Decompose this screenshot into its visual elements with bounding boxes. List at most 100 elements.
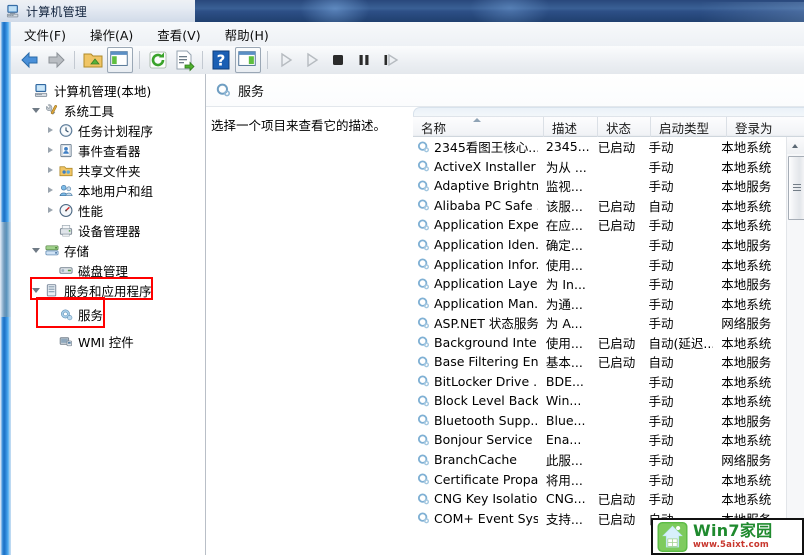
cell-description: 将用... <box>545 472 583 488</box>
table-row[interactable]: Base Filtering En... 基本... 已启动自动 本地服务 <box>413 352 787 372</box>
sidebar-item-system-tools[interactable]: 系统工具 <box>17 100 205 120</box>
cell-description: 为通... <box>545 296 583 312</box>
forward-icon[interactable] <box>44 48 68 72</box>
expander-event-viewer[interactable] <box>43 140 57 160</box>
table-row[interactable]: 2345看图王核心... 2345... 已启动 手动 本地系统 <box>413 137 787 157</box>
menu-file[interactable]: 文件(F) <box>13 22 77 47</box>
expander-system-tools[interactable] <box>29 100 43 120</box>
event-viewer-icon <box>57 142 74 158</box>
tree-root-computer-management[interactable]: 计算机管理(本地) <box>17 80 205 100</box>
table-row[interactable]: Application Iden... 确定... 手动 本地服务 <box>413 235 787 255</box>
service-gear-icon <box>216 83 231 97</box>
table-row[interactable]: Application Expe... 在应... 已启动手动 本地系统 <box>413 215 787 235</box>
device-manager-icon <box>57 222 74 238</box>
expander-performance[interactable] <box>43 200 57 220</box>
table-row[interactable]: Application Infor... 使用... 手动 本地系统 <box>413 254 787 274</box>
expander-disk-management-spacer <box>43 260 57 280</box>
menu-help[interactable]: 帮助(H) <box>214 22 280 47</box>
table-row[interactable]: Block Level Back... Win... 手动 本地系统 <box>413 391 787 411</box>
column-header-description[interactable]: 描述 <box>544 117 598 137</box>
cell-startup-type: 手动 <box>648 433 674 449</box>
table-row[interactable]: Adaptive Brightn... 监视... 手动 本地服务 <box>413 176 787 196</box>
shared-folders-icon <box>57 162 74 178</box>
expander-task-scheduler[interactable] <box>43 120 57 140</box>
aero-glow-1 <box>300 0 370 22</box>
cell-log-on-as: 本地系统 <box>721 296 772 312</box>
cell-startup-type: 手动 <box>648 453 674 469</box>
cell-service-name: Bluetooth Supp... <box>413 413 538 428</box>
cell-log-on-as: 本地服务 <box>721 238 772 253</box>
cell-startup-type: 手动 <box>648 218 674 234</box>
cell-service-name: 2345看图王核心... <box>413 137 538 156</box>
cell-status: 已启动 <box>597 218 636 234</box>
computer-management-window: 计算机管理 文件(F) 操作(A) 查看(V) 帮助(H) ? 计算机管理(本地… <box>0 0 804 555</box>
cell-service-name: Application Infor... <box>413 257 538 272</box>
table-row[interactable]: ASP.NET 状态服务为 A... 手动 网络服务 <box>413 313 787 333</box>
scrollbar-thumb[interactable] <box>788 156 804 220</box>
service-name-text: Block Level Back... <box>434 393 538 409</box>
sidebar-item-device-manager[interactable]: 设备管理器 <box>17 220 205 240</box>
expander-shared-folders[interactable] <box>43 160 57 180</box>
table-row[interactable]: Background Inte... 使用... 已启动 自动(延迟... 本地系统 <box>413 332 787 352</box>
sidebar-item-event-viewer[interactable]: 事件查看器 <box>17 140 205 160</box>
table-row[interactable]: Bluetooth Supp... Blue... 手动 本地服务 <box>413 411 787 431</box>
export-list-icon[interactable] <box>172 48 196 72</box>
sidebar-item-task-scheduler[interactable]: 任务计划程序 <box>17 120 205 140</box>
sidebar-item-local-users-groups[interactable]: 本地用户和组 <box>17 180 205 200</box>
expander-services-and-applications[interactable] <box>29 280 43 300</box>
cell-startup-type: 手动 <box>648 316 674 332</box>
list-vertical-scrollbar[interactable] <box>786 137 804 555</box>
scroll-up-arrow-icon[interactable] <box>787 137 804 154</box>
watermark-text-block: Win7家园 www.5aixt.com <box>693 522 772 550</box>
help-icon[interactable]: ? <box>209 48 233 72</box>
sidebar-item-shared-folders[interactable]: 共享文件夹 <box>17 160 205 180</box>
column-header-startup-type[interactable]: 启动类型 <box>651 117 727 137</box>
table-row[interactable]: Alibaba PC Safe ... 该服... 已启动 自动 本地系统 <box>413 196 787 216</box>
window-frame: 文件(F) 操作(A) 查看(V) 帮助(H) ? 计算机管理(本地) 系统工具… <box>0 22 804 555</box>
table-row[interactable]: CNG Key Isolation CNG... 已启动 手动 本地系统 <box>413 489 787 509</box>
table-row[interactable]: Bonjour Service Ena... 手动 本地系统 <box>413 430 787 450</box>
service-gear-icon <box>417 453 430 465</box>
table-row[interactable]: BranchCache 此服... 手动 网络服务 <box>413 450 787 470</box>
sidebar-item-services-and-applications[interactable]: 服务和应用程序 <box>17 277 205 300</box>
sidebar-item-disk-management[interactable]: 磁盘管理 <box>17 260 205 280</box>
show-action-pane-icon[interactable] <box>235 47 261 73</box>
cell-service-name: Certificate Propa... <box>413 472 538 487</box>
users-groups-icon <box>57 182 74 198</box>
cell-status: 已启动 <box>597 335 636 351</box>
sidebar-item-services[interactable]: 服务 <box>17 297 205 328</box>
sidebar-item-storage[interactable]: 存储 <box>17 240 205 260</box>
service-gear-icon <box>417 160 430 172</box>
service-gear-icon <box>417 180 430 192</box>
column-header-name[interactable]: 名称 <box>413 117 544 137</box>
aero-glow-2 <box>470 0 550 22</box>
cell-log-on-as: 本地系统 <box>721 335 772 351</box>
cell-description: 为 A... <box>545 316 583 332</box>
table-row[interactable]: BitLocker Drive ... BDE... 手动 本地系统 <box>413 372 787 392</box>
cell-log-on-as: 本地系统 <box>721 394 772 410</box>
toolbar: ? <box>11 46 804 75</box>
root-expander-spacer <box>19 80 33 100</box>
column-header-status[interactable]: 状态 <box>598 117 651 137</box>
toolbar-separator-3 <box>202 51 203 69</box>
column-header-log-on-as[interactable]: 登录为 <box>727 117 804 137</box>
refresh-icon[interactable] <box>146 48 170 72</box>
service-gear-icon <box>417 199 430 211</box>
show-hide-tree-icon[interactable] <box>107 47 133 73</box>
sidebar-item-wmi-control[interactable]: WMI 控件 <box>17 331 205 351</box>
expander-storage[interactable] <box>29 240 43 260</box>
menu-view-label: 查看(V) <box>157 27 201 43</box>
menu-action[interactable]: 操作(A) <box>79 22 144 47</box>
back-icon[interactable] <box>18 48 42 72</box>
up-folder-icon[interactable] <box>81 48 105 72</box>
table-row[interactable]: Application Laye... 为 In... 手动 本地服务 <box>413 274 787 294</box>
svg-text:?: ? <box>217 52 226 70</box>
table-row[interactable]: Certificate Propa... 将用... 手动 本地系统 <box>413 469 787 489</box>
table-row[interactable]: Application Man... 为通... 手动 本地系统 <box>413 293 787 313</box>
sidebar-item-performance[interactable]: 性能 <box>17 200 205 220</box>
menu-view[interactable]: 查看(V) <box>146 22 211 47</box>
clock-icon <box>57 122 74 138</box>
expander-local-users-groups[interactable] <box>43 180 57 200</box>
description-placeholder-text: 选择一个项目来查看它的描述。 <box>211 118 387 133</box>
table-row[interactable]: ActiveX Installer ... 为从 ... 手动 本地系统 <box>413 157 787 177</box>
